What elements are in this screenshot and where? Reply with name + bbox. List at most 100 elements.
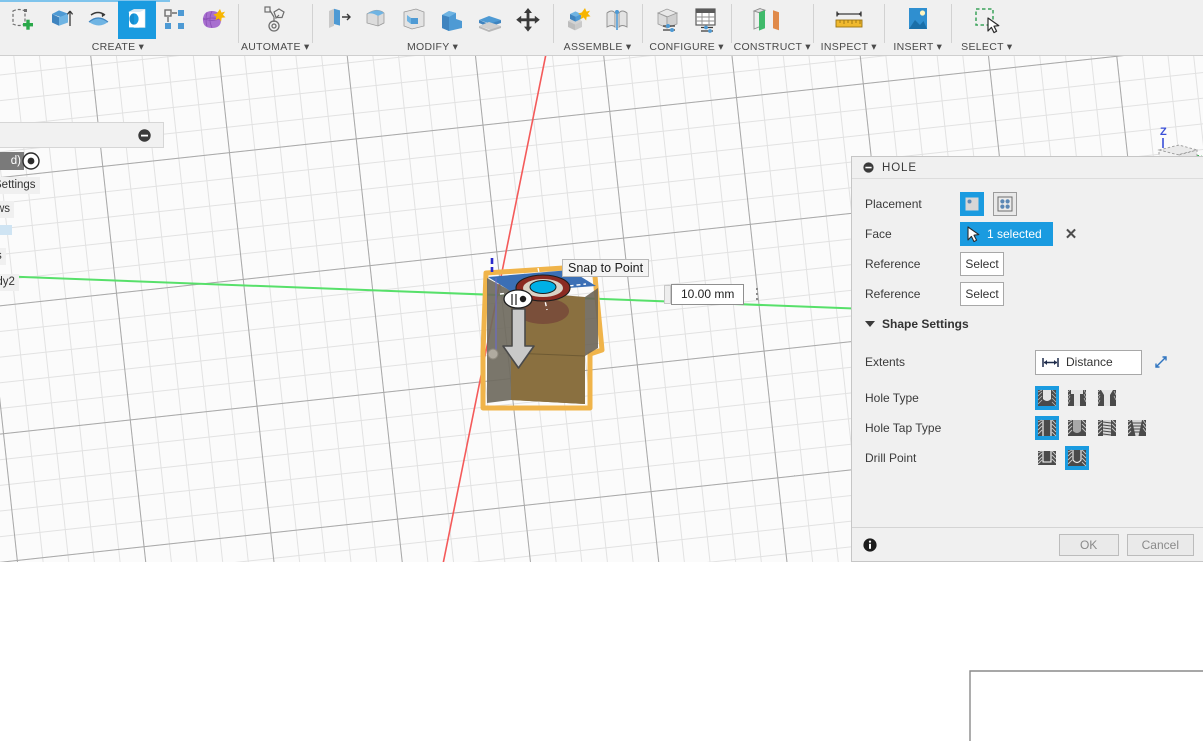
hole-dialog-header[interactable]: HOLE bbox=[852, 157, 1203, 179]
multiple-points-icon bbox=[997, 196, 1013, 212]
select-cursor-icon bbox=[967, 225, 980, 242]
face-selection-value: 1 selected bbox=[987, 227, 1042, 241]
hole-type-counterbore-button[interactable] bbox=[1065, 386, 1089, 410]
toolbar-group-label[interactable]: CONSTRUCT ▾ bbox=[734, 40, 811, 55]
extents-value: Distance bbox=[1066, 355, 1113, 369]
browser-chip-sketches[interactable]: s bbox=[0, 248, 6, 265]
snap-to-point-tooltip: Snap to Point bbox=[562, 259, 650, 277]
extents-dropdown[interactable]: Distance bbox=[1035, 349, 1142, 375]
press-pull-button[interactable] bbox=[319, 1, 357, 39]
configuration-table-button[interactable] bbox=[687, 1, 725, 39]
create-form-button[interactable] bbox=[194, 1, 232, 39]
fillet-button[interactable] bbox=[357, 1, 395, 39]
toolbar-divider bbox=[950, 4, 952, 43]
origin-point bbox=[487, 348, 499, 360]
create-sketch-button[interactable] bbox=[4, 1, 42, 39]
extrude-button[interactable] bbox=[42, 1, 80, 39]
info-icon[interactable] bbox=[863, 537, 877, 552]
hole-button[interactable] bbox=[118, 1, 156, 39]
reference2-select-button[interactable]: Select bbox=[960, 282, 1004, 306]
snap-to-point-cursor bbox=[503, 289, 533, 309]
tap-type-clearance-button[interactable] bbox=[1065, 416, 1089, 440]
minus-circle-icon[interactable] bbox=[863, 162, 874, 173]
rectangular-pattern-button[interactable] bbox=[156, 1, 194, 39]
hole-type-simple-button[interactable] bbox=[1035, 386, 1059, 410]
move-copy-button[interactable] bbox=[509, 1, 547, 39]
new-component-button[interactable] bbox=[560, 1, 598, 39]
toolbar-divider bbox=[812, 4, 814, 43]
offset-face-button[interactable] bbox=[471, 1, 509, 39]
toolbar-group-modify: MODIFY ▾ bbox=[315, 0, 551, 55]
toolbar-group-label[interactable]: INSPECT ▾ bbox=[816, 40, 882, 55]
toolbar-group-label[interactable]: ASSEMBLE ▾ bbox=[556, 40, 640, 55]
placement-label: Placement bbox=[865, 197, 922, 211]
hole-tap-type-label: Hole Tap Type bbox=[865, 421, 942, 435]
placement-single-point-button[interactable] bbox=[960, 192, 984, 216]
browser-chip-settings[interactable]: Settings bbox=[0, 177, 40, 194]
revolve-button[interactable] bbox=[80, 1, 118, 39]
drill-point-flat-button[interactable] bbox=[1035, 446, 1059, 470]
toolbar-group-label[interactable]: CREATE ▾ bbox=[0, 40, 236, 55]
drill-point-label: Drill Point bbox=[865, 451, 917, 465]
browser-selected-row-label: d) bbox=[10, 155, 21, 167]
placement-multiple-points-button[interactable] bbox=[993, 192, 1017, 216]
cancel-button[interactable]: Cancel bbox=[1126, 533, 1194, 556]
toolbar-group-insert: INSERT ▾ bbox=[887, 0, 949, 55]
distance-icon bbox=[1042, 357, 1059, 367]
toolbar-group-label[interactable]: SELECT ▾ bbox=[954, 40, 1020, 55]
browser-panel-header[interactable] bbox=[0, 122, 164, 148]
toolbar-group-configure: CONFIGURE ▾ bbox=[645, 0, 729, 55]
measure-button[interactable] bbox=[820, 1, 878, 39]
browser-selected-row[interactable]: d) bbox=[0, 152, 24, 170]
browser-chip-strip bbox=[0, 225, 12, 235]
chamfer-button[interactable] bbox=[395, 1, 433, 39]
tap-type-tapped-button[interactable] bbox=[1095, 416, 1119, 440]
select-button[interactable] bbox=[958, 1, 1016, 39]
dimension-grip-icon bbox=[664, 284, 671, 304]
browser-chip-views[interactable]: ws bbox=[0, 201, 15, 218]
insert-image-button[interactable] bbox=[891, 1, 945, 39]
hole-dialog: HOLE Placement Face 1 selected ✕ Referen… bbox=[851, 156, 1203, 741]
tap-type-taper-tapped-button[interactable] bbox=[1125, 416, 1149, 440]
ok-button[interactable]: OK bbox=[1058, 533, 1119, 556]
face-clear-icon[interactable]: ✕ bbox=[1062, 227, 1081, 242]
toolbar-divider bbox=[311, 4, 313, 43]
inline-dimension-input[interactable]: 10.00 mm bbox=[671, 283, 745, 305]
body-right-face bbox=[585, 288, 598, 356]
drill-point-angle-button[interactable] bbox=[1065, 446, 1089, 470]
hole-type-row: Hole Type bbox=[852, 383, 1203, 413]
extents-row: Extents Distance bbox=[852, 341, 1203, 383]
automated-modeling-button[interactable] bbox=[245, 1, 303, 39]
face-label: Face bbox=[865, 227, 892, 241]
toolbar-divider bbox=[552, 4, 554, 43]
drill-point-row: Drill Point bbox=[852, 443, 1203, 473]
hole-dialog-body: Placement Face 1 selected ✕ Reference Se… bbox=[852, 179, 1203, 741]
browser-chip-body2[interactable]: ody2 bbox=[0, 274, 19, 291]
toolbar-divider bbox=[641, 4, 643, 43]
toolbar-group-label[interactable]: AUTOMATE ▾ bbox=[241, 40, 310, 55]
reference1-select-button[interactable]: Select bbox=[960, 252, 1004, 276]
toolbar-group-label[interactable]: CONFIGURE ▾ bbox=[645, 40, 729, 55]
inline-dimension-editor[interactable]: 10.00 mm bbox=[664, 283, 764, 305]
tap-type-simple-button[interactable] bbox=[1035, 416, 1059, 440]
hole-tap-type-row: Hole Tap Type bbox=[852, 413, 1203, 443]
toolbar-group-label[interactable]: INSERT ▾ bbox=[887, 40, 949, 55]
flip-direction-icon[interactable] bbox=[1153, 354, 1169, 370]
toolbar-group-construct: CONSTRUCT ▾ bbox=[734, 0, 811, 55]
offset-plane-button[interactable] bbox=[738, 1, 796, 39]
hole-type-countersink-button[interactable] bbox=[1095, 386, 1119, 410]
shell-button[interactable] bbox=[433, 1, 471, 39]
joint-button[interactable] bbox=[598, 1, 636, 39]
face-selection-button[interactable]: 1 selected bbox=[960, 222, 1053, 246]
hole-dialog-footer: OK Cancel bbox=[852, 527, 1203, 561]
face-row: Face 1 selected ✕ bbox=[852, 219, 1203, 249]
shape-settings-header[interactable]: Shape Settings bbox=[865, 317, 1203, 331]
dimension-more-options-icon[interactable] bbox=[750, 288, 764, 300]
visibility-toggle-icon[interactable] bbox=[22, 152, 40, 170]
hole-dialog-title: HOLE bbox=[882, 161, 917, 174]
toolbar-group-label[interactable]: MODIFY ▾ bbox=[315, 40, 551, 55]
toolbar-divider bbox=[238, 4, 239, 43]
collapse-icon[interactable] bbox=[138, 128, 151, 142]
create-configuration-button[interactable] bbox=[649, 1, 687, 39]
hole-type-label: Hole Type bbox=[865, 391, 919, 405]
